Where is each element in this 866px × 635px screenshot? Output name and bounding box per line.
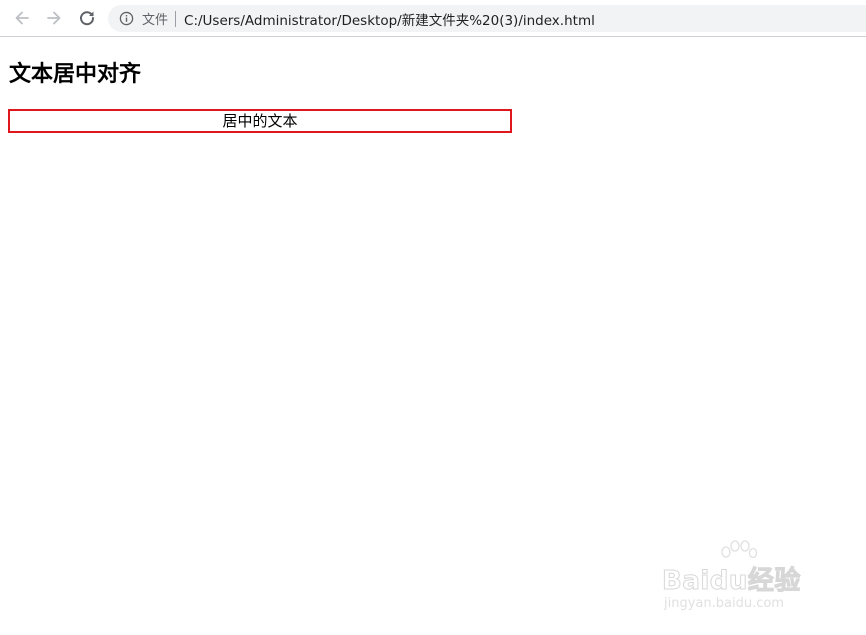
watermark-brand: Baidu经验 [662,566,801,597]
page-heading: 文本居中对齐 [9,62,142,87]
browser-toolbar: 文件 C:/Users/Administrator/Desktop/新建文件夹%… [0,0,866,37]
back-button[interactable] [10,6,34,30]
centered-text: 居中的文本 [222,112,298,130]
omnibox-divider [175,10,177,27]
address-bar[interactable]: 文件 C:/Users/Administrator/Desktop/新建文件夹%… [108,5,866,32]
centered-text-box: 居中的文本 [8,109,512,133]
info-icon[interactable] [118,11,134,27]
url-text[interactable]: C:/Users/Administrator/Desktop/新建文件夹%20(… [184,9,595,29]
arrow-left-icon [15,11,29,25]
baidu-watermark: Baidu经验 jingyan.baidu.com [662,540,822,620]
scheme-label: 文件 [142,13,169,28]
reload-button[interactable] [75,6,99,30]
arrow-right-icon [47,11,61,25]
forward-button[interactable] [42,6,66,30]
watermark-url: jingyan.baidu.com [664,596,784,611]
reload-icon [80,11,95,26]
browser-window: 文件 C:/Users/Administrator/Desktop/新建文件夹%… [0,0,866,635]
